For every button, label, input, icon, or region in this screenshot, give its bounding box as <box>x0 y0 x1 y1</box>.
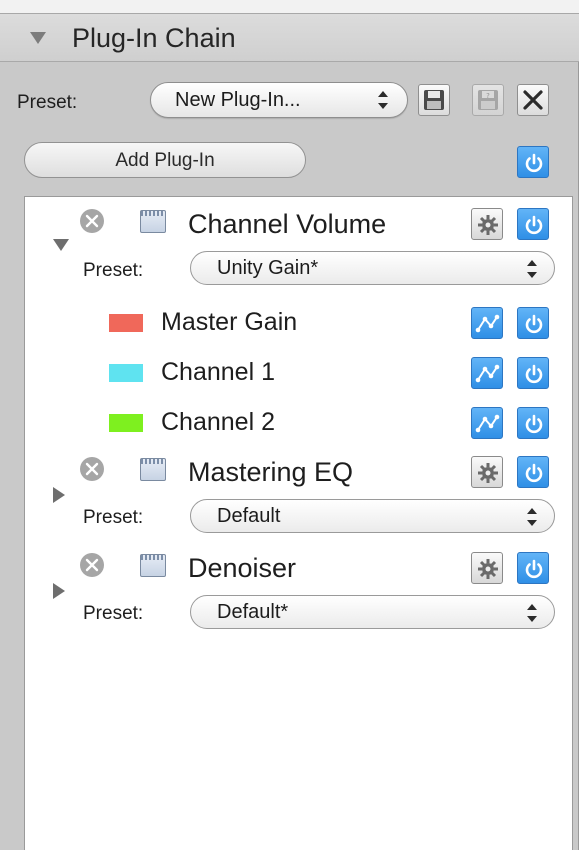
plugin-settings-button[interactable] <box>471 552 503 584</box>
svg-text:?: ? <box>486 92 490 100</box>
power-icon <box>525 314 543 334</box>
automation-icon <box>475 314 500 333</box>
preset-popup[interactable]: New Plug-In... <box>150 82 408 118</box>
plugin-preset-label: Preset: <box>83 260 144 281</box>
chain-power-button[interactable] <box>517 146 549 178</box>
automation-button[interactable] <box>471 407 503 439</box>
close-icon <box>523 90 543 110</box>
add-plugin-button[interactable]: Add Plug-In <box>24 142 306 178</box>
automation-icon <box>475 364 500 383</box>
plugin-name: Denoiser <box>188 553 297 583</box>
delete-preset-button[interactable] <box>517 84 549 116</box>
save-icon <box>424 90 444 110</box>
plugin-icon <box>140 554 166 577</box>
parameter-power-button[interactable] <box>517 357 549 389</box>
plugin-preset-value: Unity Gain* <box>217 257 319 279</box>
plugin-preset-label: Preset: <box>83 507 144 528</box>
remove-icon[interactable] <box>80 457 104 481</box>
parameter-name: Channel 2 <box>161 408 275 436</box>
top-stripe <box>0 0 579 14</box>
plugin-name: Channel Volume <box>188 209 387 239</box>
save-as-icon: ? <box>478 90 498 110</box>
power-icon <box>525 364 543 384</box>
collapsed-triangle-icon[interactable] <box>53 583 65 599</box>
updown-arrows-icon <box>377 91 389 109</box>
expanded-triangle-icon[interactable] <box>53 239 69 251</box>
remove-icon[interactable] <box>80 553 104 577</box>
plugin-list: Channel Volume Preset: Unity Gain* Maste… <box>24 196 573 850</box>
plugin-settings-button[interactable] <box>471 208 503 240</box>
gear-icon <box>478 463 498 483</box>
plugin-preset-value: Default <box>217 505 281 527</box>
remove-icon[interactable] <box>80 209 104 233</box>
automation-button[interactable] <box>471 357 503 389</box>
panel-title: Plug-In Chain <box>72 23 236 53</box>
power-icon <box>525 153 543 173</box>
parameter-power-button[interactable] <box>517 307 549 339</box>
power-icon <box>525 463 543 483</box>
power-icon <box>525 414 543 434</box>
plugin-preset-popup[interactable]: Default* <box>190 595 555 629</box>
plugin-icon <box>140 210 166 233</box>
preset-label: Preset: <box>17 92 78 113</box>
save-preset-button[interactable] <box>418 84 450 116</box>
disclosure-triangle-icon[interactable] <box>30 32 46 44</box>
power-icon <box>525 559 543 579</box>
preset-popup-value: New Plug-In... <box>175 89 301 111</box>
plugin-settings-button[interactable] <box>471 456 503 488</box>
color-swatch <box>109 364 143 382</box>
gear-icon <box>478 215 498 235</box>
updown-arrows-icon <box>526 260 538 278</box>
updown-arrows-icon <box>526 508 538 526</box>
parameter-name: Channel 1 <box>161 358 275 386</box>
plugin-preset-label: Preset: <box>83 603 144 624</box>
plugin-preset-popup[interactable]: Default <box>190 499 555 533</box>
color-swatch <box>109 314 143 332</box>
save-as-preset-button[interactable]: ? <box>472 84 504 116</box>
plugin-chain-panel: Plug-In Chain Preset: New Plug-In... ? A… <box>0 0 579 850</box>
add-plugin-label: Add Plug-In <box>115 150 215 171</box>
updown-arrows-icon <box>526 604 538 622</box>
plugin-icon <box>140 458 166 481</box>
automation-icon <box>475 414 500 433</box>
plugin-name: Mastering EQ <box>188 457 354 487</box>
plugin-preset-value: Default* <box>217 601 289 623</box>
automation-button[interactable] <box>471 307 503 339</box>
gear-icon <box>478 559 498 579</box>
plugin-power-button[interactable] <box>517 552 549 584</box>
plugin-power-button[interactable] <box>517 456 549 488</box>
parameter-name: Master Gain <box>161 308 298 336</box>
power-icon <box>525 215 543 235</box>
panel-header[interactable]: Plug-In Chain <box>0 14 579 62</box>
color-swatch <box>109 414 143 432</box>
parameter-power-button[interactable] <box>517 407 549 439</box>
collapsed-triangle-icon[interactable] <box>53 487 65 503</box>
plugin-preset-popup[interactable]: Unity Gain* <box>190 251 555 285</box>
plugin-power-button[interactable] <box>517 208 549 240</box>
